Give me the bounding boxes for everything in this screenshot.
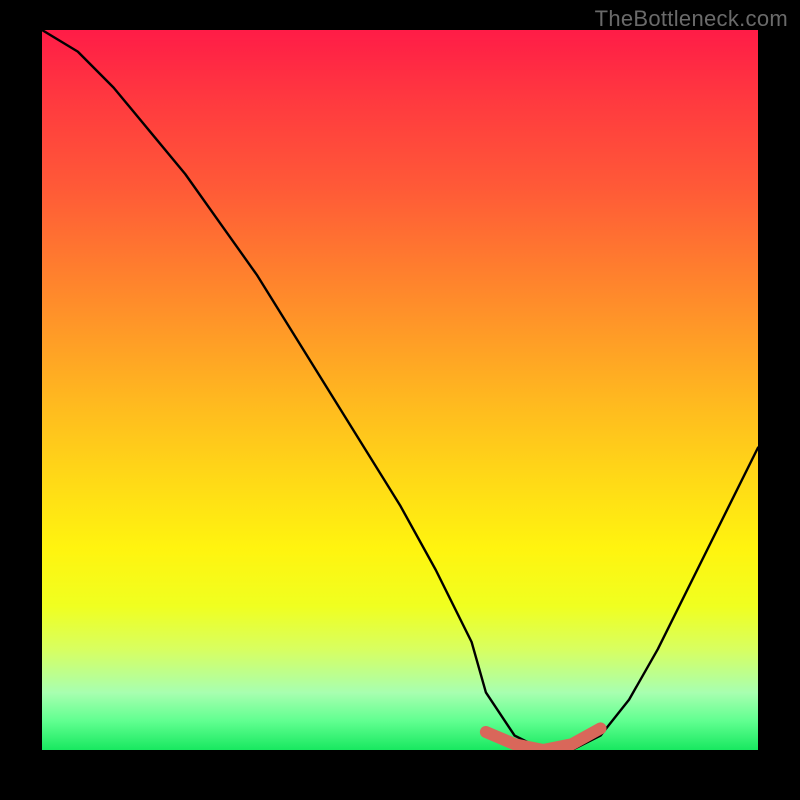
chart-plot-area [42,30,758,750]
bottleneck-curve-path [42,30,758,750]
chart-svg [42,30,758,750]
optimal-range-marker-path [486,728,601,750]
watermark-text: TheBottleneck.com [595,6,788,32]
